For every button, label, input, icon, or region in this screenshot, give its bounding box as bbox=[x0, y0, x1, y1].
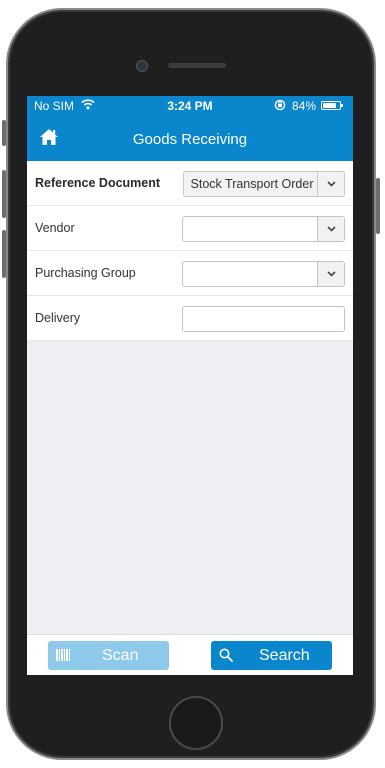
footer-toolbar: Scan Search bbox=[27, 634, 353, 675]
battery-level-fill bbox=[323, 103, 336, 108]
earpiece-speaker bbox=[168, 63, 226, 68]
vendor-input[interactable] bbox=[183, 217, 319, 241]
battery-percentage: 84% bbox=[292, 99, 317, 113]
app-header: Goods Receiving bbox=[27, 116, 353, 161]
vendor-row: Vendor bbox=[27, 206, 353, 251]
volume-down-button bbox=[2, 230, 6, 278]
app-screen: No SIM 3:24 PM 84% Goods Receiving Refer… bbox=[27, 96, 353, 675]
purchasing-group-row: Purchasing Group bbox=[27, 251, 353, 296]
reference-document-select[interactable]: Stock Transport Order bbox=[183, 171, 345, 197]
battery-icon bbox=[321, 101, 343, 110]
search-button-label: Search bbox=[259, 647, 310, 664]
chevron-down-icon[interactable] bbox=[317, 217, 344, 241]
search-button[interactable]: Search bbox=[211, 641, 332, 670]
volume-up-button bbox=[2, 170, 6, 218]
scan-button[interactable]: Scan bbox=[48, 641, 169, 670]
reference-document-value: Stock Transport Order bbox=[190, 177, 314, 191]
reference-document-row: Reference Document Stock Transport Order bbox=[27, 161, 353, 206]
status-bar: No SIM 3:24 PM 84% bbox=[27, 96, 353, 116]
delivery-row: Delivery bbox=[27, 296, 353, 341]
delivery-input[interactable] bbox=[182, 306, 345, 332]
page-title: Goods Receiving bbox=[132, 131, 248, 148]
chevron-down-icon[interactable] bbox=[317, 262, 344, 286]
delivery-label: Delivery bbox=[35, 311, 81, 325]
mute-switch bbox=[2, 120, 6, 146]
orientation-lock-icon bbox=[274, 99, 286, 114]
scan-button-label: Scan bbox=[102, 647, 139, 664]
front-camera bbox=[136, 60, 148, 72]
purchasing-group-input[interactable] bbox=[183, 262, 319, 286]
vendor-label: Vendor bbox=[35, 221, 75, 235]
barcode-icon bbox=[56, 648, 70, 666]
device-home-button[interactable] bbox=[169, 696, 223, 750]
battery-cap bbox=[341, 104, 343, 107]
power-button bbox=[376, 178, 380, 234]
purchasing-group-label: Purchasing Group bbox=[35, 266, 136, 280]
purchasing-group-combobox[interactable] bbox=[182, 261, 345, 287]
reference-document-label: Reference Document bbox=[35, 176, 161, 190]
goods-receiving-form: Reference Document Stock Transport Order… bbox=[27, 161, 353, 341]
chevron-down-icon[interactable] bbox=[317, 172, 344, 196]
vendor-combobox[interactable] bbox=[182, 216, 345, 242]
search-icon bbox=[219, 648, 233, 667]
